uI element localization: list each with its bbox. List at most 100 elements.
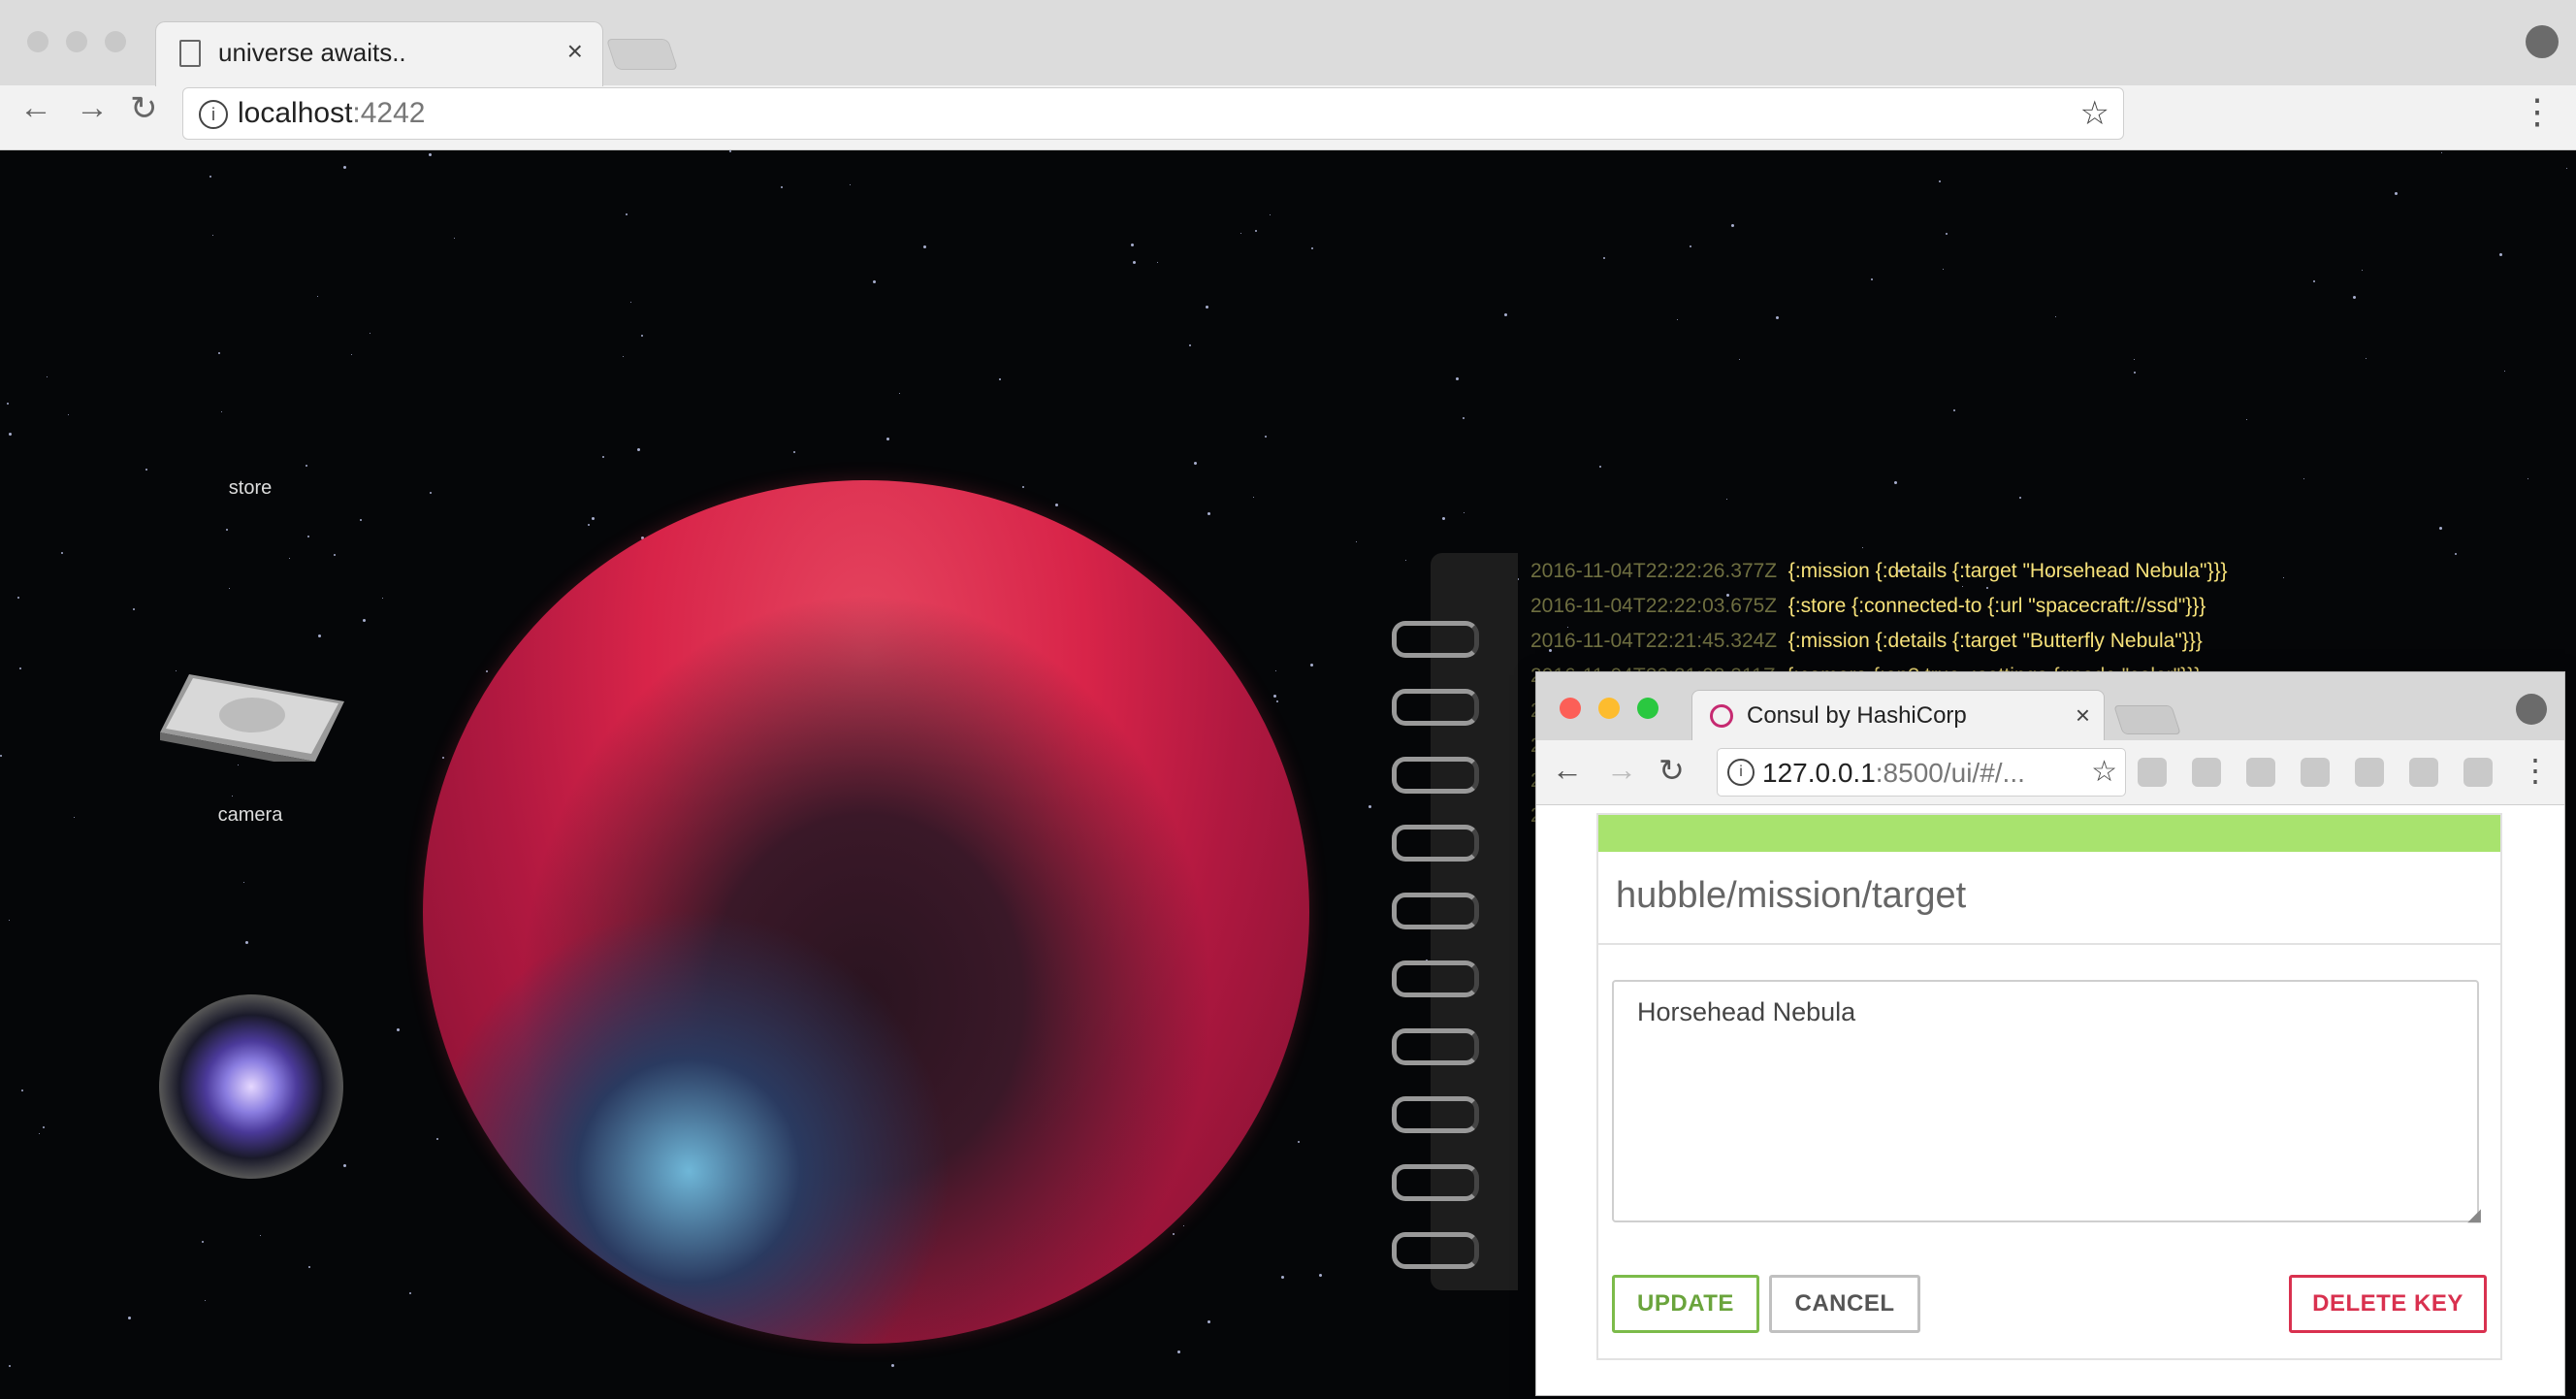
star-dot <box>9 920 10 921</box>
spiral-ring <box>1392 1096 1479 1133</box>
star-dot <box>1464 512 1465 513</box>
star-dot <box>429 153 432 156</box>
star-dot <box>343 166 346 169</box>
star-dot <box>306 465 307 467</box>
star-dot <box>1253 497 1254 498</box>
extension-icon-1[interactable] <box>2192 758 2221 787</box>
star-dot <box>1189 344 1191 346</box>
star-dot <box>2395 192 2398 195</box>
consul-bookmark-star-icon[interactable]: ☆ <box>2091 755 2117 789</box>
star-dot <box>1871 278 1873 280</box>
star-dot <box>218 352 220 354</box>
forward-icon[interactable]: → <box>76 89 109 127</box>
star-dot <box>1183 1225 1184 1226</box>
star-dot <box>74 817 75 818</box>
star-dot <box>202 1241 204 1243</box>
extension-icon-2[interactable] <box>2246 758 2275 787</box>
star-dot <box>1055 504 1058 506</box>
star-dot <box>17 597 19 599</box>
star-dot <box>2366 358 2367 359</box>
star-dot <box>317 296 318 297</box>
log-timestamp: 2016-11-04T22:22:03.675Z <box>1530 595 1778 617</box>
consul-reload-icon[interactable]: ↻ <box>1658 752 1685 789</box>
star-dot <box>1442 517 1445 520</box>
star-dot <box>1603 257 1605 259</box>
cancel-button[interactable]: CANCEL <box>1769 1275 1920 1333</box>
star-dot <box>9 433 12 436</box>
consul-address-bar[interactable]: i 127.0.0.1:8500/ui/#/... ☆ <box>1717 748 2126 797</box>
back-icon[interactable]: ← <box>19 89 52 127</box>
star-dot <box>602 456 604 458</box>
star-dot <box>486 670 488 672</box>
consul-back-icon[interactable]: ← <box>1552 752 1583 788</box>
update-button[interactable]: UPDATE <box>1612 1275 1759 1333</box>
spiral-ring <box>1392 1028 1479 1065</box>
consul-zoom-dot[interactable] <box>1637 698 1658 719</box>
star-dot <box>1599 466 1601 468</box>
star-dot <box>1281 1276 1284 1279</box>
star-dot <box>1310 664 1313 667</box>
consul-new-tab-button[interactable] <box>2113 705 2181 734</box>
star-dot <box>2246 419 2247 420</box>
star-dot <box>436 1138 438 1140</box>
star-dot <box>9 1365 11 1367</box>
spiral-ring <box>1392 960 1479 997</box>
window-close-dot[interactable] <box>27 31 48 52</box>
window-minimize-dot[interactable] <box>66 31 87 52</box>
consul-toolbar: ← → ↻ i 127.0.0.1:8500/ui/#/... ☆ ⋮ <box>1536 740 2564 805</box>
star-dot <box>2439 527 2442 530</box>
star-dot <box>1946 233 1948 235</box>
star-dot <box>1240 233 1241 234</box>
resize-handle-icon[interactable]: ◢ <box>2467 1205 2481 1225</box>
spiral-ring <box>1392 757 1479 794</box>
star-dot <box>128 1317 131 1319</box>
star-dot <box>260 1235 261 1236</box>
log-timestamp: 2016-11-04T22:21:45.324Z <box>1530 630 1778 652</box>
star-dot <box>1275 670 1276 671</box>
consul-forward-icon[interactable]: → <box>1606 752 1637 788</box>
extension-icon-4[interactable] <box>2409 758 2438 787</box>
bookmark-star-icon[interactable]: ☆ <box>2080 94 2109 133</box>
tab-close-icon[interactable]: × <box>567 36 583 67</box>
reload-icon[interactable]: ↻ <box>130 89 158 128</box>
window-zoom-dot[interactable] <box>105 31 126 52</box>
new-tab-button[interactable] <box>605 39 679 70</box>
browser-menu-icon[interactable]: ⋮ <box>2520 91 2555 132</box>
site-info-icon[interactable]: i <box>199 100 228 129</box>
star-dot <box>588 524 590 526</box>
camera-lens-icon[interactable] <box>159 994 343 1179</box>
star-dot <box>307 536 309 537</box>
consul-minimize-dot[interactable] <box>1598 698 1620 719</box>
consul-profile-icon[interactable] <box>2516 694 2547 725</box>
address-bar[interactable]: i localhost:4242 ☆ <box>182 87 2124 140</box>
star-dot <box>221 411 222 412</box>
profile-icon[interactable] <box>2526 25 2559 58</box>
consul-close-dot[interactable] <box>1560 698 1581 719</box>
star-dot <box>1731 224 1734 227</box>
tab-universe[interactable]: universe awaits.. × <box>155 21 603 86</box>
delete-key-button[interactable]: DELETE KEY <box>2289 1275 2487 1333</box>
star-dot <box>1504 313 1507 316</box>
value-textarea[interactable] <box>1612 980 2479 1222</box>
store-drive-icon[interactable] <box>160 665 344 762</box>
star-dot <box>1456 377 1459 380</box>
star-dot <box>343 1164 346 1167</box>
star-dot <box>1131 244 1134 246</box>
star-dot <box>1726 499 1727 500</box>
star-dot <box>442 757 444 759</box>
consul-tab-close-icon[interactable]: × <box>2076 700 2090 731</box>
spiral-ring <box>1392 689 1479 726</box>
tab-consul[interactable]: Consul by HashiCorp × <box>1691 690 2105 741</box>
star-dot <box>243 882 244 883</box>
extension-icon-3[interactable] <box>2301 758 2330 787</box>
consul-tab-title: Consul by HashiCorp <box>1747 702 1967 729</box>
star-dot <box>226 529 228 531</box>
spiral-ring <box>1392 1232 1479 1269</box>
cast-icon[interactable] <box>2138 758 2167 787</box>
wizard-hat-icon[interactable] <box>2355 758 2384 787</box>
consul-content: hubble/mission/target ◢ UPDATE CANCEL DE… <box>1536 805 2564 1395</box>
extension-icon-5[interactable] <box>2463 758 2493 787</box>
page-icon <box>179 40 201 67</box>
consul-site-info-icon[interactable]: i <box>1727 759 1755 786</box>
consul-menu-icon[interactable]: ⋮ <box>2520 752 2551 789</box>
